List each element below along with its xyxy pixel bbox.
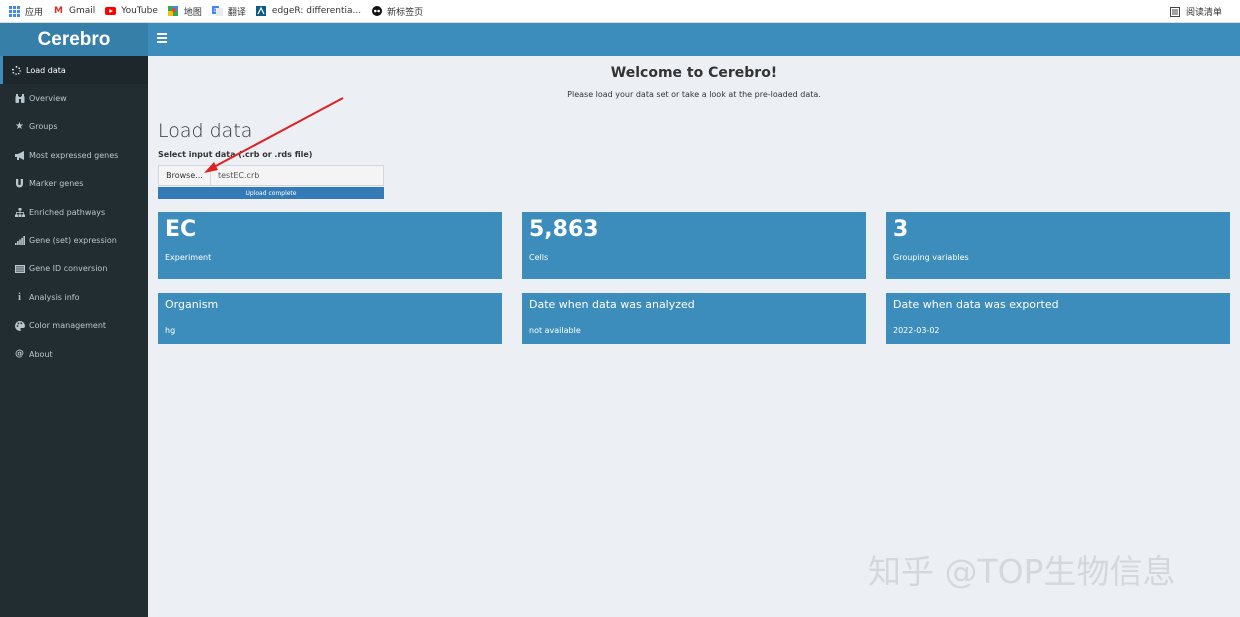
app-title: Cerebro	[37, 28, 111, 50]
file-input-label: Select input data (.crb or .rds file)	[158, 150, 313, 159]
top-navbar	[148, 23, 1240, 56]
watermark: 知乎 @TOP生物信息	[868, 552, 1176, 591]
bookmark-label: Gmail	[69, 6, 96, 16]
bookmark-gmail[interactable]: M Gmail	[53, 6, 95, 17]
info-box-title: Date when data was analyzed	[529, 298, 695, 311]
info-box-value: 5,863	[529, 217, 599, 242]
welcome-title: Welcome to Cerebro!	[610, 65, 778, 81]
bookmark-edger[interactable]: edgeR: differentia...	[256, 6, 361, 17]
youtube-icon	[105, 6, 117, 17]
signal-bars-icon	[14, 236, 25, 246]
spinner-icon	[11, 65, 22, 75]
sidebar: Load data Overview ★ Groups Most express…	[0, 56, 148, 617]
info-box-cells: 5,863 Cells	[522, 212, 866, 279]
info-box-value: 3	[893, 217, 909, 242]
file-input[interactable]: Browse... testEC.crb	[158, 165, 384, 186]
svg-text:G: G	[213, 8, 217, 14]
info-box-title: Date when data was exported	[893, 298, 1059, 311]
reading-list-icon	[1170, 6, 1181, 17]
sidebar-item-label: Gene (set) expression	[29, 236, 117, 246]
sidebar-item-analysis-info[interactable]: i Analysis info	[0, 283, 148, 311]
sidebar-item-label: About	[29, 349, 53, 359]
bookmark-apps[interactable]: 应用	[9, 5, 43, 18]
bookmark-translate[interactable]: G 翻译	[211, 5, 246, 18]
sidebar-item-label: Overview	[29, 94, 67, 104]
sidebar-item-load-data[interactable]: Load data	[0, 56, 148, 85]
bookmark-maps[interactable]: 地图	[168, 5, 202, 18]
palette-icon	[14, 320, 25, 331]
bookmark-label: edgeR: differentia...	[271, 6, 362, 16]
sidebar-item-enriched-pathways[interactable]: Enriched pathways	[0, 198, 148, 226]
bookmark-new-tab[interactable]: 新标签页	[371, 5, 423, 18]
bookmark-page-icon	[256, 6, 267, 17]
sidebar-item-about[interactable]: @ About	[0, 340, 148, 368]
app-logo[interactable]: Cerebro	[0, 23, 148, 56]
maps-icon	[168, 6, 179, 17]
sidebar-item-color-management[interactable]: Color management	[0, 312, 148, 340]
main-content: Welcome to Cerebro! Please load your dat…	[148, 56, 1240, 617]
sidebar-item-label: Load data	[26, 65, 66, 75]
info-box-label: Cells	[529, 253, 549, 262]
welcome-subtitle: Please load your data set or take a look…	[567, 90, 821, 99]
info-box-experiment: EC Experiment	[158, 212, 502, 279]
sidebar-toggle-icon[interactable]	[157, 33, 167, 45]
star-icon: ★	[15, 121, 24, 133]
sidebar-item-label: Gene ID conversion	[29, 264, 108, 274]
sidebar-item-label: Analysis info	[29, 292, 80, 302]
info-box-label: Grouping variables	[893, 253, 969, 262]
apps-icon	[9, 5, 20, 17]
bookmark-label: YouTube	[121, 6, 158, 16]
info-box-value: not available	[529, 326, 581, 335]
info-box-label: Experiment	[165, 253, 212, 262]
bookmarks-bar: 应用 M Gmail YouTube 地图 G 翻译 edgeR: differ…	[0, 0, 1240, 23]
info-box-organism: Organism hg	[158, 293, 502, 344]
info-box-value: 2022-03-02	[893, 326, 940, 335]
bookmark-label: 应用	[25, 7, 44, 18]
sidebar-item-label: Enriched pathways	[29, 207, 106, 217]
list-icon	[14, 264, 25, 274]
sidebar-item-label: Color management	[29, 321, 107, 331]
info-box-value: EC	[165, 217, 197, 242]
bookmark-label: 翻译	[227, 7, 246, 18]
sidebar-item-label: Most expressed genes	[29, 150, 119, 160]
info-box-grouping-variables: 3 Grouping variables	[886, 212, 1230, 279]
info-box-value: hg	[165, 326, 176, 335]
sidebar-item-label: Groups	[29, 122, 58, 132]
sidebar-item-label: Marker genes	[29, 179, 84, 189]
bookmark-label: 新标签页	[387, 7, 424, 18]
sidebar-item-gene-set-expression[interactable]: Gene (set) expression	[0, 226, 148, 254]
sidebar-item-overview[interactable]: Overview	[0, 84, 148, 112]
gmail-icon: M	[54, 5, 63, 16]
bookmark-label: 地图	[183, 7, 202, 18]
sidebar-item-gene-id-conversion[interactable]: Gene ID conversion	[0, 255, 148, 283]
at-icon: @	[15, 349, 24, 360]
magnet-icon	[14, 179, 25, 189]
new-tab-icon	[371, 6, 382, 17]
sidebar-item-groups[interactable]: ★ Groups	[0, 113, 148, 141]
translate-icon: G	[211, 6, 223, 17]
binoculars-icon	[14, 94, 25, 104]
browse-button[interactable]: Browse...	[159, 166, 211, 185]
upload-progress-text: Upload complete	[245, 189, 297, 197]
reading-list-label: 阅读清单	[1185, 8, 1222, 18]
sidebar-item-marker-genes[interactable]: Marker genes	[0, 170, 148, 198]
info-box-date-analyzed: Date when data was analyzed not availabl…	[522, 293, 866, 344]
bullhorn-icon	[14, 150, 25, 160]
sitemap-icon	[14, 207, 25, 217]
upload-progress-fill: Upload complete	[158, 187, 384, 199]
reading-list[interactable]: 阅读清单	[1170, 0, 1222, 23]
upload-progress-bar: Upload complete	[158, 187, 384, 199]
info-icon: i	[18, 291, 21, 303]
file-name-field[interactable]: testEC.crb	[211, 166, 383, 185]
sidebar-item-most-expressed-genes[interactable]: Most expressed genes	[0, 141, 148, 169]
section-title: Load data	[158, 120, 253, 142]
info-box-title: Organism	[165, 298, 219, 311]
bookmark-youtube[interactable]: YouTube	[105, 6, 158, 17]
info-box-date-exported: Date when data was exported 2022-03-02	[886, 293, 1230, 344]
